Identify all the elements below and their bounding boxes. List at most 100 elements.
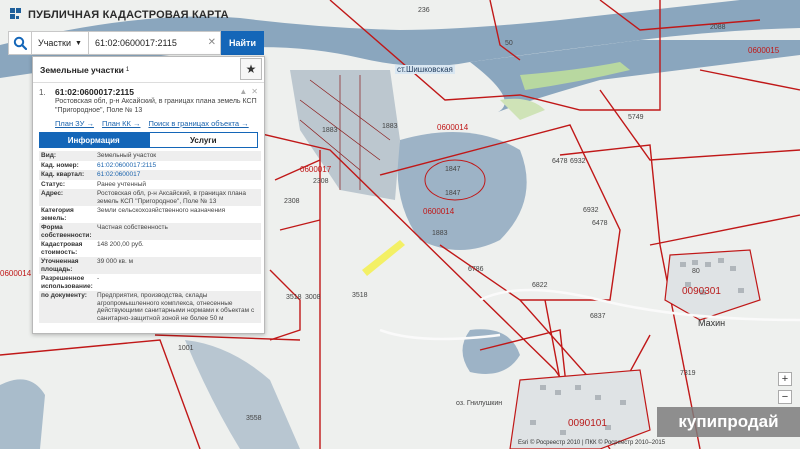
info-value: - [97,275,100,282]
info-key: Разрешенное использование: [41,275,93,290]
info-value: Ранее учтенный [97,180,146,188]
table-row: Категория земель: Земли сельскохозяйствен… [39,206,261,223]
tab-services[interactable]: Услуги [148,132,258,148]
map-quarter-label: 0600014 [437,123,469,132]
map-parcel-label: 1847 [445,166,461,173]
plan-zu-link[interactable]: План ЗУ → [55,119,94,128]
search-type-select[interactable]: Участки ▼ [32,31,89,55]
favorite-button[interactable]: ★ [240,58,262,80]
info-value: 148 200,00 руб. [97,241,144,248]
table-row: Уточненная площадь: 39 000 кв. м [39,257,261,274]
info-value: Земельный участок [97,152,157,159]
settlement-0090101 [509,369,651,449]
map-parcel-label: 236 [418,7,430,14]
info-key: Статус: [41,180,66,188]
map-quarter-label: 0090301 [682,286,721,297]
map-parcel-label: 3518 [286,294,302,301]
map-parcel-label: 6478 [592,220,608,227]
find-button[interactable]: Найти [221,31,264,55]
info-key: Кадастровая стоимость: [41,241,83,256]
chevron-down-icon: ▼ [75,39,82,47]
table-row: Кад. квартал: 61:02:0600017 [39,170,261,180]
search-bar: Участки ▼ ✕ Найти [8,31,264,55]
map-parcel-label: 3008 [305,294,321,301]
info-key: по документу: [41,292,87,299]
zoom-in-button[interactable]: + [778,372,792,386]
map-parcel-label: 3518 [352,292,368,299]
map-parcel-label: 5749 [628,114,644,121]
search-type-value: Участки [38,38,71,48]
map-quarter-label: 0090101 [568,418,607,429]
map-quarter-label: 0600017 [300,165,332,174]
map-parcel-label: 6822 [532,282,548,289]
clear-icon[interactable]: ✕ [208,37,216,48]
map-parcel-label: 6837 [590,313,606,320]
map-parcel-label: 6932 [583,207,599,214]
map-parcel-label: 2088 [710,24,726,31]
app-header: ПУБЛИЧНАЯ КАДАСТРОВАЯ КАРТА [10,8,229,22]
info-value: 39 000 кв. м [97,258,134,265]
map-parcel-label: 6478 [552,158,568,165]
search-icon [13,36,27,50]
map-quarter-label: 0600014 [423,207,455,216]
info-key: Кад. номер: [41,161,79,169]
map-parcel-label: 7319 [680,370,696,377]
zoom-out-button[interactable]: − [778,390,792,404]
watermark-logo: купипродай [657,407,800,437]
result-cad-number[interactable]: 61:02:0600017:2115 [55,87,134,97]
map-parcel-label: 1847 [445,190,461,197]
info-value: Ростовская обл, р-н Аксайский, в граница… [97,190,246,205]
map-parcel-label: 2308 [284,198,300,205]
info-value: Частная собственность [97,224,168,231]
table-row: Вид: Земельный участок [39,151,261,161]
info-key: Вид: [41,152,56,159]
search-input[interactable] [88,31,222,55]
search-toggle-button[interactable] [8,31,32,55]
table-row: Кадастровая стоимость: 148 200,00 руб. [39,240,261,257]
cad-quarter-link[interactable]: 61:02:0600017 [95,170,261,180]
map-place-label: Махин [698,318,726,328]
search-in-bounds-link[interactable]: Поиск в границах объекта → [148,119,248,128]
map-parcel-label: 1883 [322,127,338,134]
plan-kk-link[interactable]: План КК → [102,119,141,128]
close-icon[interactable]: ✕ [251,87,258,97]
table-row: по документу: Предприятия, производства, … [39,291,261,323]
map-parcel-label: 3558 [246,415,262,422]
map-place-label: ст.Шишковская [395,65,455,74]
map-parcel-label: 1883 [432,230,448,237]
result-index: 1. [39,88,46,97]
tab-info[interactable]: Информация [39,132,149,148]
map-parcel-label: 2308 [313,178,329,185]
info-value: Предприятия, производства, склады агропр… [97,292,255,322]
star-icon: ★ [245,62,257,76]
table-row: Статус: Ранее учтенный [39,180,261,190]
map-parcel-label: 50 [505,40,513,47]
map-quarter-label: 0600015 [748,46,780,55]
result-count: 1 [125,66,130,73]
map-attribution: Esri © Росреестр 2010 | ПКК © Росреестр … [518,440,666,446]
warning-icon[interactable]: ▲ [239,87,247,97]
info-table: Вид: Земельный участок Кад. номер: 61:02:0… [39,151,261,323]
table-row: Разрешенное использование: - [39,274,261,291]
map-parcel-label: 6786 [468,266,484,273]
info-key: Кад. квартал: [41,171,85,178]
info-key: Адрес: [41,190,64,197]
map-parcel-label: 1883 [382,123,398,130]
result-panel: Земельные участки 1 ★ 1. 61:02:0600017:2… [32,56,265,334]
table-row: Адрес: Ростовская обл, р-н Аксайский, в г… [39,189,261,206]
info-key: Категория земель: [41,207,74,222]
map-parcel-label: 80 [692,268,700,275]
table-row: Форма собственности: Частная собственност… [39,223,261,240]
app-title: ПУБЛИЧНАЯ КАДАСТРОВАЯ КАРТА [28,9,229,21]
result-address: Ростовская обл, р-н Аксайский, в граница… [55,98,257,114]
panel-header: Земельные участки 1 [33,57,264,83]
info-key: Форма собственности: [41,224,92,239]
info-key: Уточненная площадь: [41,258,79,273]
map-quarter-label: 0600014 [0,269,32,278]
panel-title: Земельные участки [40,64,124,75]
info-value: Земли сельскохозяйственного назначения [97,207,226,214]
map-place-label: оз. Гнилушкин [456,400,503,407]
table-row: Кад. номер: 61:02:0600017:2115 [39,161,261,171]
rosreestr-logo-icon [10,8,22,22]
cad-number-link[interactable]: 61:02:0600017:2115 [95,161,261,171]
